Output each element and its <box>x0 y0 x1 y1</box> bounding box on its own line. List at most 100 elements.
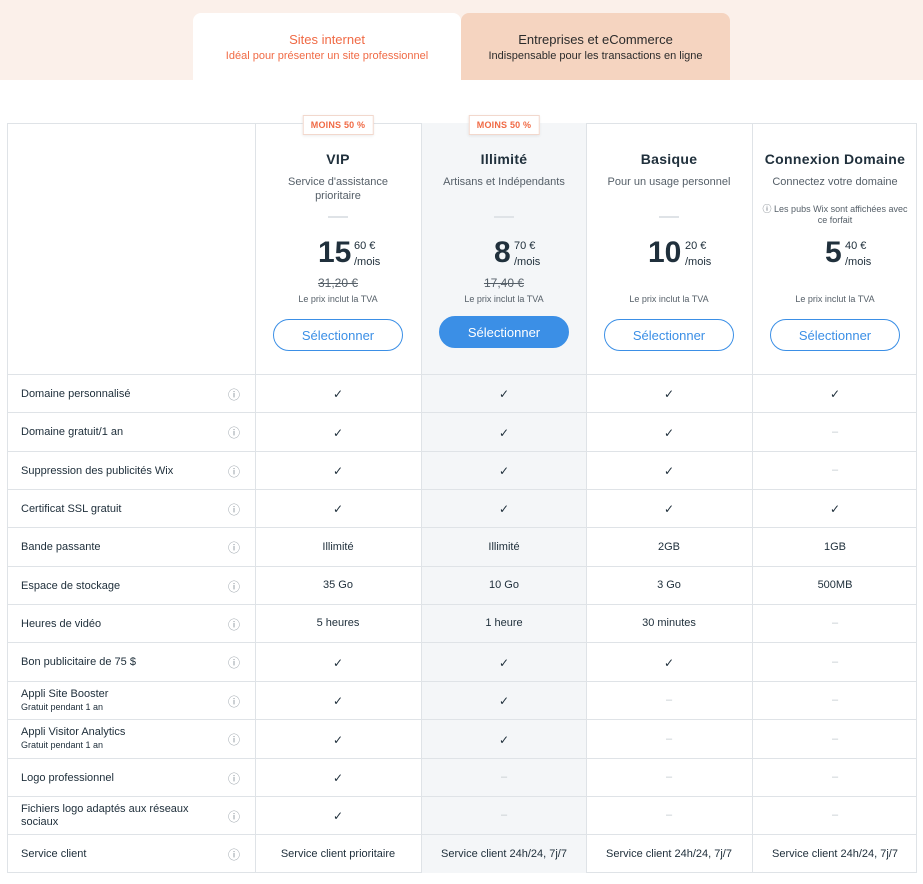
plan-name: VIP <box>326 151 350 167</box>
price-decimal: 40 € <box>845 240 867 252</box>
select-button-basique[interactable]: Sélectionner <box>604 319 734 351</box>
info-icon[interactable]: ⓘ <box>228 541 240 555</box>
plan-description: Connectez votre domaine <box>772 176 898 188</box>
feature-label: Logo professionnel <box>21 772 114 785</box>
feature-value: Service client 24h/24, 7j/7 <box>606 847 732 860</box>
dash-icon: – <box>500 771 508 783</box>
feature-row: Suppression des publicités Wix ⓘ ✓ ✓ ✓ – <box>8 451 916 489</box>
plan-description: Artisans et Indépendants <box>443 176 565 188</box>
feature-label: Suppression des publicités Wix <box>21 465 173 478</box>
feature-value: Illimité <box>488 540 520 553</box>
check-icon: ✓ <box>498 464 510 478</box>
tab-title: Entreprises et eCommerce <box>518 32 673 47</box>
check-icon: ✓ <box>498 694 510 708</box>
info-icon[interactable]: ⓘ <box>228 772 240 786</box>
check-icon: ✓ <box>332 694 344 708</box>
select-button-vip[interactable]: Sélectionner <box>273 319 403 351</box>
check-icon: ✓ <box>498 387 510 401</box>
feature-name: Suppression des publicités Wix <box>21 464 174 477</box>
feature-value: 500MB <box>817 579 853 591</box>
check-icon: ✓ <box>829 502 841 516</box>
tva-note: Le prix inclut la TVA <box>795 294 875 304</box>
dash-icon: – <box>831 655 839 668</box>
price-period: /mois <box>685 256 712 268</box>
plan-description: Pour un usage personnel <box>607 176 731 188</box>
dash-icon: – <box>831 464 839 476</box>
feature-sublabel: Gratuit pendant 1 an <box>21 740 104 750</box>
divider-dash <box>659 216 679 218</box>
check-icon: ✓ <box>663 464 675 478</box>
plan-name: Connexion Domaine <box>764 151 906 167</box>
feature-value: 5 heures <box>316 617 360 629</box>
feature-label: Bande passante <box>21 541 101 554</box>
price-integer: 10 <box>648 236 682 269</box>
select-button-connexion-domaine[interactable]: Sélectionner <box>770 319 900 351</box>
feature-value: Service client 24h/24, 7j/7 <box>772 847 898 860</box>
feature-name: Espace de stockage <box>21 579 121 592</box>
feature-name: Fichiers logo adaptés aux réseaux sociau… <box>21 803 189 828</box>
check-icon: ✓ <box>498 655 510 670</box>
feature-row: Domaine personnalisé ⓘ ✓ ✓ ✓ ✓ <box>8 374 916 412</box>
price-period: /mois <box>845 256 872 268</box>
feature-row: Certificat SSL gratuit ⓘ ✓ ✓ ✓ ✓ <box>8 489 916 527</box>
info-icon[interactable]: ⓘ <box>228 503 240 517</box>
check-icon: ✓ <box>332 464 344 478</box>
dash-icon: – <box>500 809 508 821</box>
plan-name: Basique <box>640 151 698 167</box>
info-icon[interactable]: ⓘ <box>228 695 240 709</box>
price-decimal: 60 € <box>354 240 376 252</box>
tab-entreprises-ecommerce[interactable]: Entreprises et eCommerce Indispensable p… <box>461 13 730 80</box>
info-icon[interactable]: ⓘ <box>228 733 240 747</box>
plan-vip: MOINS 50 % VIP Service d'assistance prio… <box>255 115 421 374</box>
tva-note: Le prix inclut la TVA <box>298 294 378 304</box>
dash-icon: – <box>831 694 839 706</box>
pricing-table: MOINS 50 % VIP Service d'assistance prio… <box>7 115 918 873</box>
feature-row: Logo professionnel ⓘ ✓ – – – <box>8 758 916 796</box>
divider-dash <box>328 216 348 218</box>
tab-sites-internet[interactable]: Sites internet Idéal pour présenter un s… <box>193 13 461 80</box>
info-icon[interactable]: ⓘ <box>228 465 240 479</box>
check-icon: ✓ <box>332 771 344 785</box>
feature-value: 1 heure <box>485 617 523 629</box>
feature-row: Bande passante ⓘ Illimité Illimité 2GB 1GB <box>8 527 916 566</box>
check-icon: ✓ <box>498 425 510 440</box>
feature-value: 1GB <box>823 540 846 553</box>
discount-badge: MOINS 50 % <box>302 115 374 135</box>
feature-value: 35 Go <box>323 579 353 591</box>
price-decimal: 20 € <box>685 240 707 252</box>
info-icon[interactable]: ⓘ <box>228 810 240 824</box>
feature-row: Appli Visitor Analytics Gratuit pendant 1… <box>8 719 916 758</box>
feature-label: Heures de vidéo <box>21 618 101 631</box>
select-button-illimite[interactable]: Sélectionner <box>439 316 569 348</box>
info-icon[interactable]: ⓘ <box>228 580 240 594</box>
info-icon[interactable]: ⓘ <box>228 618 240 632</box>
price-period: /mois <box>514 256 541 268</box>
dash-icon: – <box>665 732 673 745</box>
dash-icon: – <box>665 809 673 821</box>
feature-value: 10 Go <box>489 579 519 591</box>
feature-name: Appli Site Booster <box>21 688 109 700</box>
price-integer: 8 <box>494 236 511 269</box>
info-icon[interactable]: ⓘ <box>228 848 240 862</box>
price-decimal: 70 € <box>514 240 536 252</box>
feature-label: Certificat SSL gratuit <box>21 503 121 516</box>
feature-value: 3 Go <box>657 579 681 591</box>
check-icon: ✓ <box>332 655 344 670</box>
feature-label: Espace de stockage <box>21 580 120 593</box>
plan-connexion-domaine: Connexion Domaine Connectez votre domain… <box>752 124 918 374</box>
tab-subtitle: Indispensable pour les transactions en l… <box>488 50 703 62</box>
feature-name: Service client <box>21 848 87 860</box>
feature-name: Heures de vidéo <box>21 617 102 630</box>
plan-description: Service d'assistance prioritaire <box>288 176 388 202</box>
check-icon: ✓ <box>663 387 675 401</box>
feature-name: Domaine personnalisé <box>21 387 131 400</box>
info-icon[interactable]: ⓘ <box>228 426 240 440</box>
tab-title: Sites internet <box>289 32 365 47</box>
feature-name: Appli Visitor Analytics <box>21 726 126 738</box>
info-icon[interactable]: ⓘ <box>228 656 240 670</box>
info-icon[interactable]: ⓘ <box>228 388 240 402</box>
check-icon: ✓ <box>332 732 344 747</box>
check-icon: ✓ <box>332 502 344 516</box>
dash-icon: – <box>831 732 839 745</box>
feature-row: Bon publicitaire de 75 $ ⓘ ✓ ✓ ✓ – <box>8 642 916 681</box>
